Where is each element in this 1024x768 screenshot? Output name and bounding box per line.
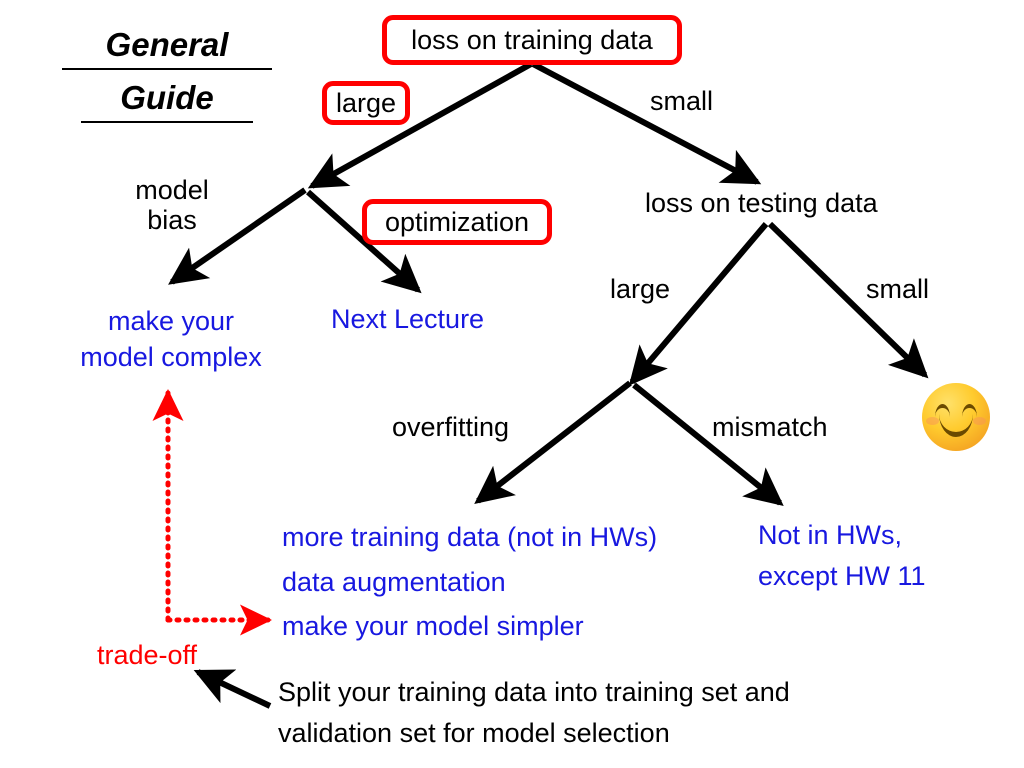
label-trade-off: trade-off [97,640,198,670]
general-guide-slide: General Guide loss on training data larg… [0,0,1024,768]
action-next-lecture: Next Lecture [331,304,485,334]
edge-label-testing-large: large [610,274,671,304]
edge-split-note-to-tradeoff [193,669,272,709]
node-overfitting: overfitting [392,412,510,442]
node-loss-on-testing-data: loss on testing data [645,188,878,218]
note-split-training-data: Split your training data into training s… [278,677,790,748]
node-loss-on-training-data[interactable]: loss on training data [382,15,682,65]
node-optimization[interactable]: optimization [362,199,552,245]
action-mismatch-note: Not in HWs, except HW 11 [758,520,926,591]
smiling-face-icon [922,383,990,451]
action-make-model-complex: make your model complex [80,306,262,372]
edge-training-to-small [531,61,762,185]
action-overfitting-fixes: more training data (not in HWs) data aug… [282,522,658,642]
page-title-line-2: Guide [80,77,254,123]
edge-label-training-large[interactable]: large [322,81,410,125]
page-title-line-1: General [62,24,272,70]
node-mismatch: mismatch [712,412,828,442]
edge-label-training-small: small [650,86,714,116]
smiley-left-cheek-icon [926,417,939,425]
edge-to-mismatch-note [632,382,784,507]
smiley-right-cheek-icon [973,417,986,425]
smiley-mouth-icon [939,414,973,437]
page-title: General Guide [62,24,272,130]
edge-label-testing-small: small [866,274,930,304]
node-model-bias: model bias [135,175,209,236]
